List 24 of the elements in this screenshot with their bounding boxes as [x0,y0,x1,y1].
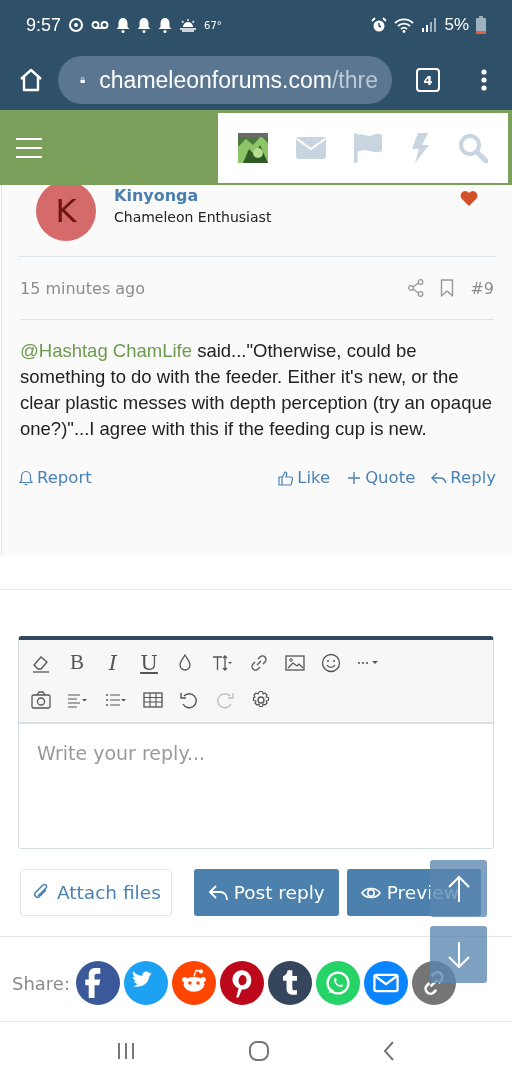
attach-files-button[interactable]: Attach files [20,869,172,916]
post-text: @Hashtag ChamLife said..."Otherwise, could be something to do with the feeder. Either it's new, or the clear plastic messes with depth perception (try an opaque one?)"...I agree with this if the feeding cup is new. [20,339,493,441]
italic-button[interactable]: I [103,650,123,675]
url-text: chameleonforums.com/thre [99,66,378,94]
battery-text: 5% [444,15,469,35]
clock-time: 9:57 [26,14,62,36]
share-label: Share: [12,972,70,994]
avatar[interactable]: K [36,185,96,241]
temperature-text: 67° [204,19,222,31]
mention-link[interactable]: @Hashtag ChamLife [20,340,192,361]
post-time[interactable]: 15 minutes ago [20,278,146,298]
post-reply-button[interactable]: Post reply [193,869,339,916]
report-link[interactable]: Report [18,468,92,487]
underline-button[interactable]: U [139,650,159,675]
tab-count-button[interactable]: 4 [416,68,440,92]
bold-button[interactable]: B [67,650,87,675]
post-number-link[interactable]: #9 [470,278,494,298]
quote-link[interactable]: Quote [346,468,416,487]
address-field[interactable]: chameleonforums.com/thre [58,56,392,104]
user-title: Chameleon Enthusiast [114,209,273,225]
username-link[interactable]: Kinyonga [114,187,460,205]
reply-link[interactable]: Reply [431,468,496,487]
like-link[interactable]: Like [278,468,331,487]
reply-field[interactable]: Write your reply... [18,723,494,849]
